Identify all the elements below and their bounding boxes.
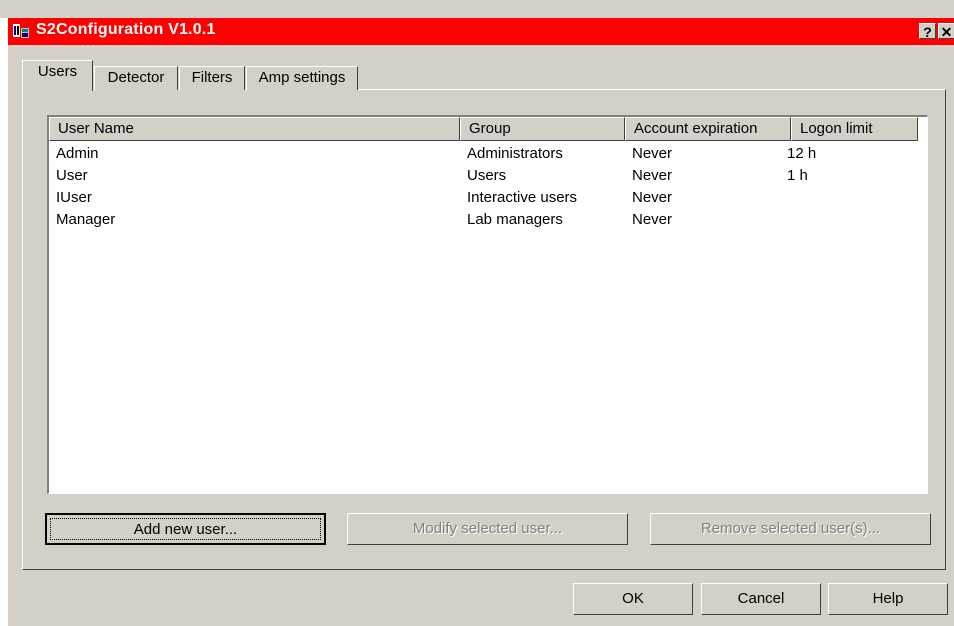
table-row[interactable]: Manager Lab managers Never — [49, 209, 927, 231]
cell-group: Administrators — [467, 145, 563, 162]
cell-user-name: User — [56, 167, 88, 184]
modify-user-button[interactable]: Modify selected user... — [347, 513, 628, 545]
column-header-logon-limit[interactable]: Logon limit — [791, 117, 918, 141]
title-bar[interactable]: S2Configuration V1.0.1 ? ✕ — [8, 18, 954, 45]
remove-user-label: Remove selected user(s)... — [700, 520, 881, 537]
tab-label: Amp settings — [258, 69, 346, 86]
cancel-button[interactable]: Cancel — [701, 583, 821, 615]
remove-user-button[interactable]: Remove selected user(s)... — [650, 513, 931, 545]
column-header-user-name[interactable]: User Name — [49, 117, 460, 141]
cell-group: Users — [467, 167, 507, 184]
cell-group: Interactive users — [467, 189, 578, 206]
tab-users[interactable]: Users — [22, 60, 93, 91]
cell-account-expiration: Never — [632, 145, 673, 162]
cell-account-expiration: Never — [632, 189, 673, 206]
cell-group: Lab managers — [467, 211, 563, 228]
tab-detector[interactable]: Detector — [94, 66, 178, 90]
config-dialog: S2Configuration V1.0.1 ? ✕ Users Detecto… — [0, 0, 954, 626]
table-row[interactable]: IUser Interactive users Never — [49, 187, 927, 209]
cell-user-name: Manager — [56, 211, 116, 228]
desktop-strip — [0, 18, 8, 626]
window-title: S2Configuration V1.0.1 — [36, 21, 216, 38]
add-user-button[interactable]: Add new user... — [45, 513, 326, 545]
tab-amp-settings[interactable]: Amp settings — [246, 66, 358, 90]
tab-label: Detector — [107, 69, 165, 86]
users-list[interactable]: User Name Group Account expiration Logon… — [47, 115, 928, 494]
help-button[interactable]: Help — [828, 583, 948, 615]
table-row[interactable]: User Users Never 1 h — [49, 165, 927, 187]
column-header-account-expiration[interactable]: Account expiration — [625, 117, 791, 141]
cell-account-expiration: Never — [632, 167, 673, 184]
tab-label: Users — [37, 63, 78, 80]
cell-user-name: IUser — [56, 189, 92, 206]
cell-account-expiration: Never — [632, 211, 673, 228]
modify-user-label: Modify selected user... — [412, 520, 563, 537]
cell-logon-limit: 12 h — [787, 145, 817, 162]
add-user-label: Add new user... — [133, 521, 238, 538]
help-titlebar-button[interactable]: ? — [919, 23, 936, 40]
cell-user-name: Admin — [56, 145, 99, 162]
app-icon — [12, 22, 30, 40]
close-icon[interactable]: ✕ — [938, 23, 954, 40]
tab-filters[interactable]: Filters — [179, 66, 245, 90]
ok-button[interactable]: OK — [573, 583, 693, 615]
column-header-group[interactable]: Group — [460, 117, 625, 141]
table-row[interactable]: Admin Administrators Never 12 h — [49, 143, 927, 165]
cell-logon-limit: 1 h — [787, 167, 808, 184]
tab-label: Filters — [191, 69, 233, 86]
